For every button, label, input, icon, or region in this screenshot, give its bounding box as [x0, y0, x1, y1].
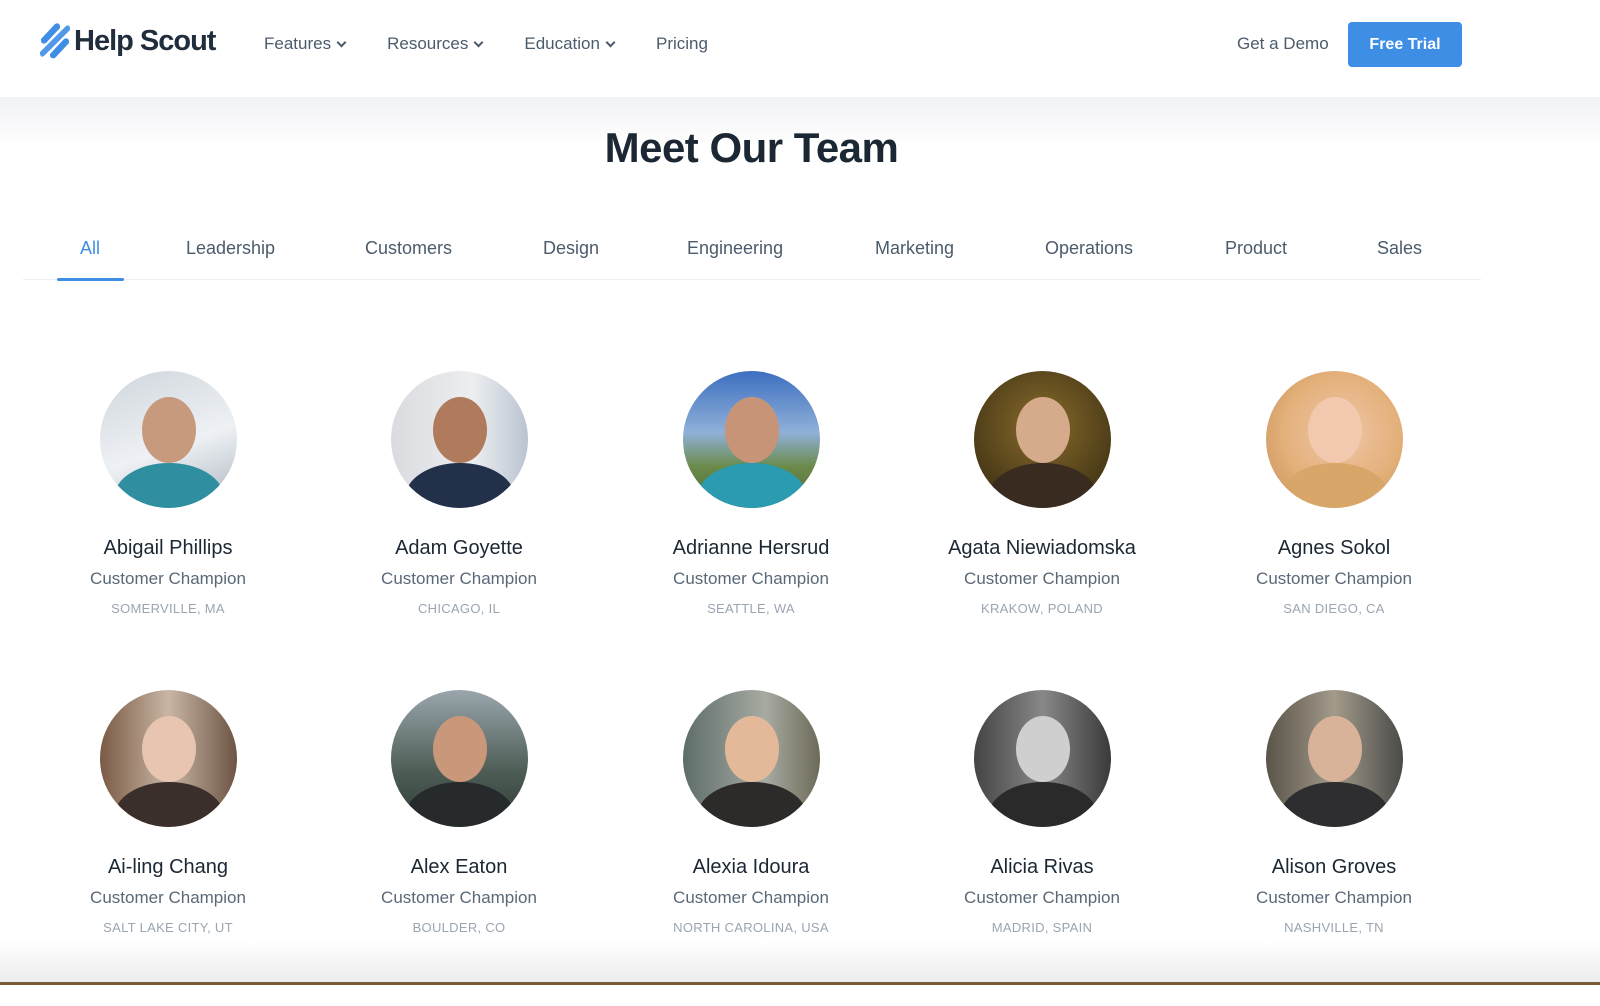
- tab-product[interactable]: Product: [1225, 238, 1287, 259]
- member-role: Customer Champion: [381, 888, 537, 907]
- member-name: Alicia Rivas: [990, 856, 1094, 878]
- member-location: San Diego, CA: [1283, 601, 1385, 616]
- member-location: Somerville, MA: [111, 601, 225, 616]
- team-member-card[interactable]: Alison Groves Customer Champion Nashvill…: [1204, 690, 1464, 935]
- team-member-card[interactable]: Alicia Rivas Customer Champion Madrid, S…: [912, 690, 1172, 935]
- avatar: [973, 371, 1111, 508]
- chevron-down-icon: [473, 37, 484, 47]
- member-name: Agnes Sokol: [1277, 537, 1391, 559]
- avatar: [390, 690, 528, 827]
- avatar: [99, 690, 237, 827]
- team-member-card[interactable]: Abigail Phillips Customer Champion Somer…: [38, 371, 298, 616]
- active-tab-indicator: [57, 278, 124, 281]
- site-header: Help Scout Features Resources Education …: [0, 0, 1600, 97]
- avatar: [973, 690, 1111, 827]
- member-name: Ai-ling Chang: [107, 856, 229, 878]
- member-name: Alex Eaton: [410, 856, 508, 878]
- member-location: North Carolina, USA: [673, 920, 829, 935]
- tab-engineering[interactable]: Engineering: [687, 238, 783, 259]
- tab-marketing[interactable]: Marketing: [875, 238, 954, 259]
- member-role: Customer Champion: [1256, 888, 1412, 907]
- nav-features-label: Features: [264, 34, 332, 53]
- footer-shadow: [0, 940, 1600, 982]
- team-member-card[interactable]: Adrianne Hersrud Customer Champion Seatt…: [621, 371, 881, 616]
- team-member-card[interactable]: Agata Niewiadomska Customer Champion Kra…: [912, 371, 1172, 616]
- member-name: Alexia Idoura: [692, 856, 810, 878]
- avatar: [390, 371, 528, 508]
- avatar: [682, 690, 820, 827]
- member-location: Krakow, Poland: [981, 601, 1103, 616]
- member-location: Seattle, WA: [707, 601, 795, 616]
- main-nav: Features Resources Education Pricing: [264, 34, 750, 54]
- member-name: Adam Goyette: [395, 537, 523, 559]
- nav-pricing-label: Pricing: [655, 34, 708, 53]
- tab-all[interactable]: All: [80, 238, 100, 259]
- avatar: [1265, 690, 1403, 827]
- chevron-down-icon: [336, 37, 347, 47]
- tab-sales[interactable]: Sales: [1377, 238, 1422, 259]
- page-bottom: [0, 985, 1600, 1006]
- member-role: Customer Champion: [90, 569, 246, 588]
- team-filter-tabs: All Leadership Customers Design Engineer…: [23, 230, 1481, 281]
- page-title: Meet Our Team: [604, 124, 899, 171]
- avatar: [682, 371, 820, 508]
- chevron-down-icon: [605, 37, 616, 47]
- team-member-card[interactable]: Ai-ling Chang Customer Champion Salt Lak…: [38, 690, 298, 935]
- member-role: Customer Champion: [673, 569, 829, 588]
- member-location: Nashville, TN: [1284, 920, 1384, 935]
- nav-resources[interactable]: Resources: [387, 34, 484, 54]
- nav-education-label: Education: [524, 34, 600, 53]
- avatar: [99, 371, 237, 508]
- member-role: Customer Champion: [1256, 569, 1412, 588]
- member-role: Customer Champion: [90, 888, 246, 907]
- nav-features[interactable]: Features: [264, 34, 347, 54]
- logo[interactable]: Help Scout: [38, 22, 216, 60]
- member-role: Customer Champion: [964, 569, 1120, 588]
- member-name: Adrianne Hersrud: [672, 537, 830, 559]
- tab-leadership[interactable]: Leadership: [186, 238, 275, 259]
- member-location: Boulder, CO: [412, 920, 506, 935]
- member-name: Agata Niewiadomska: [948, 537, 1136, 559]
- nav-resources-label: Resources: [387, 34, 469, 53]
- tab-design[interactable]: Design: [543, 238, 599, 259]
- member-name: Abigail Phillips: [103, 537, 233, 559]
- nav-education[interactable]: Education: [524, 34, 616, 54]
- logo-text: Help Scout: [74, 24, 216, 57]
- free-trial-button[interactable]: Free Trial: [1348, 22, 1462, 67]
- team-member-card[interactable]: Alexia Idoura Customer Champion North Ca…: [621, 690, 881, 935]
- team-member-card[interactable]: Adam Goyette Customer Champion Chicago, …: [329, 371, 589, 616]
- get-demo-link[interactable]: Get a Demo: [1237, 34, 1329, 54]
- tab-customers[interactable]: Customers: [365, 238, 452, 259]
- member-role: Customer Champion: [381, 569, 537, 588]
- team-member-card[interactable]: Agnes Sokol Customer Champion San Diego,…: [1204, 371, 1464, 616]
- help-scout-stripes-icon: [40, 23, 70, 59]
- team-member-card[interactable]: Alex Eaton Customer Champion Boulder, CO: [329, 690, 589, 935]
- avatar: [1265, 371, 1403, 508]
- member-name: Alison Groves: [1271, 856, 1397, 878]
- member-role: Customer Champion: [964, 888, 1120, 907]
- member-role: Customer Champion: [673, 888, 829, 907]
- member-location: Madrid, Spain: [991, 920, 1093, 935]
- member-location: Salt Lake City, UT: [103, 920, 233, 935]
- tab-operations[interactable]: Operations: [1045, 238, 1133, 259]
- member-location: Chicago, IL: [417, 601, 501, 616]
- nav-pricing[interactable]: Pricing: [656, 34, 708, 54]
